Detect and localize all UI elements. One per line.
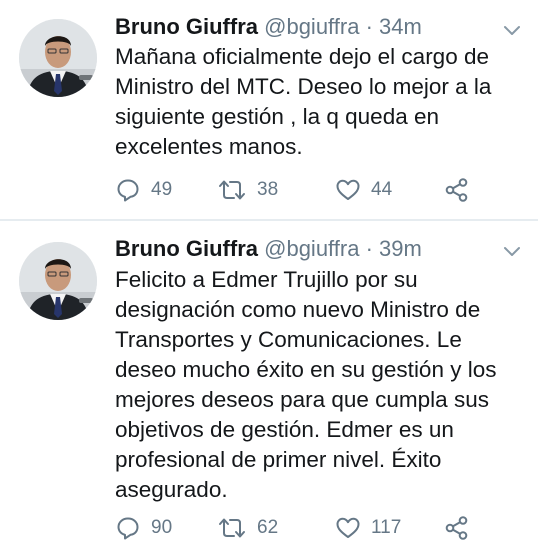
user-handle[interactable]: @bgiuffra [264, 236, 359, 261]
share-icon [444, 177, 470, 203]
tweet[interactable]: Bruno Giuffra @bgiuffra · 34m Mañana ofi… [0, 0, 538, 220]
tweet-actions: 49 38 44 [115, 176, 495, 204]
reply-count: 49 [151, 179, 173, 200]
reply-button[interactable]: 49 [115, 176, 172, 204]
retweet-icon [217, 178, 247, 202]
tweet-text: Felicito a Edmer Trujillo por su designa… [115, 265, 515, 505]
avatar[interactable] [19, 242, 97, 320]
tweet[interactable]: Bruno Giuffra @bgiuffra · 39m Felicito a… [0, 221, 538, 555]
like-button[interactable]: 117 [335, 514, 401, 542]
chevron-down-icon[interactable] [503, 24, 521, 36]
retweet-count: 62 [257, 517, 279, 538]
tweet-text-line: profesional de primer nivel. Éxito [115, 447, 442, 472]
retweet-icon [217, 516, 247, 540]
tweet-text-line: Mañana oficialmente dejo el cargo de [115, 44, 489, 69]
separator-dot: · [365, 14, 373, 39]
display-name[interactable]: Bruno Giuffra [115, 236, 258, 261]
share-button[interactable] [444, 176, 470, 204]
tweet-text-line: siguiente gestión , la q queda en [115, 104, 439, 129]
share-icon [444, 515, 470, 541]
tweet-text-line: excelentes manos. [115, 134, 303, 159]
reply-icon [115, 515, 141, 541]
tweet-text-line: Transportes y Comunicaciones. Le [115, 327, 462, 352]
chevron-down-icon[interactable] [503, 245, 521, 257]
timestamp[interactable]: 34m [379, 14, 422, 39]
tweet-text-line: deseo mucho éxito en su gestión y los [115, 357, 497, 382]
user-handle[interactable]: @bgiuffra [264, 14, 359, 39]
heart-icon [335, 516, 361, 540]
tweet-text-line: asegurado. [115, 477, 228, 502]
like-button[interactable]: 44 [335, 176, 392, 204]
tweet-text-line: Felicito a Edmer Trujillo por su [115, 267, 418, 292]
separator-dot: · [365, 236, 373, 261]
like-count: 117 [371, 517, 402, 538]
retweet-count: 38 [257, 179, 279, 200]
heart-icon [335, 178, 361, 202]
tweet-actions: 90 62 117 [115, 514, 495, 542]
avatar[interactable] [19, 19, 97, 97]
reply-button[interactable]: 90 [115, 514, 172, 542]
share-button[interactable] [444, 514, 470, 542]
reply-count: 90 [151, 517, 173, 538]
tweet-text-line: Ministro del MTC. Deseo lo mejor a la [115, 74, 492, 99]
display-name[interactable]: Bruno Giuffra [115, 14, 258, 39]
tweet-text: Mañana oficialmente dejo el cargo de Min… [115, 42, 515, 162]
retweet-button[interactable]: 38 [217, 176, 278, 204]
tweet-text-line: designación como nuevo Ministro de [115, 297, 481, 322]
reply-icon [115, 177, 141, 203]
tweet-text-line: objetivos de gestión. Edmer es un [115, 417, 454, 442]
tweet-header: Bruno Giuffra @bgiuffra · 34m [115, 14, 422, 40]
tweet-text-line: mejores deseos para que cumpla sus [115, 387, 489, 412]
timestamp[interactable]: 39m [379, 236, 422, 261]
tweet-header: Bruno Giuffra @bgiuffra · 39m [115, 236, 422, 262]
like-count: 44 [371, 179, 393, 200]
retweet-button[interactable]: 62 [217, 514, 278, 542]
